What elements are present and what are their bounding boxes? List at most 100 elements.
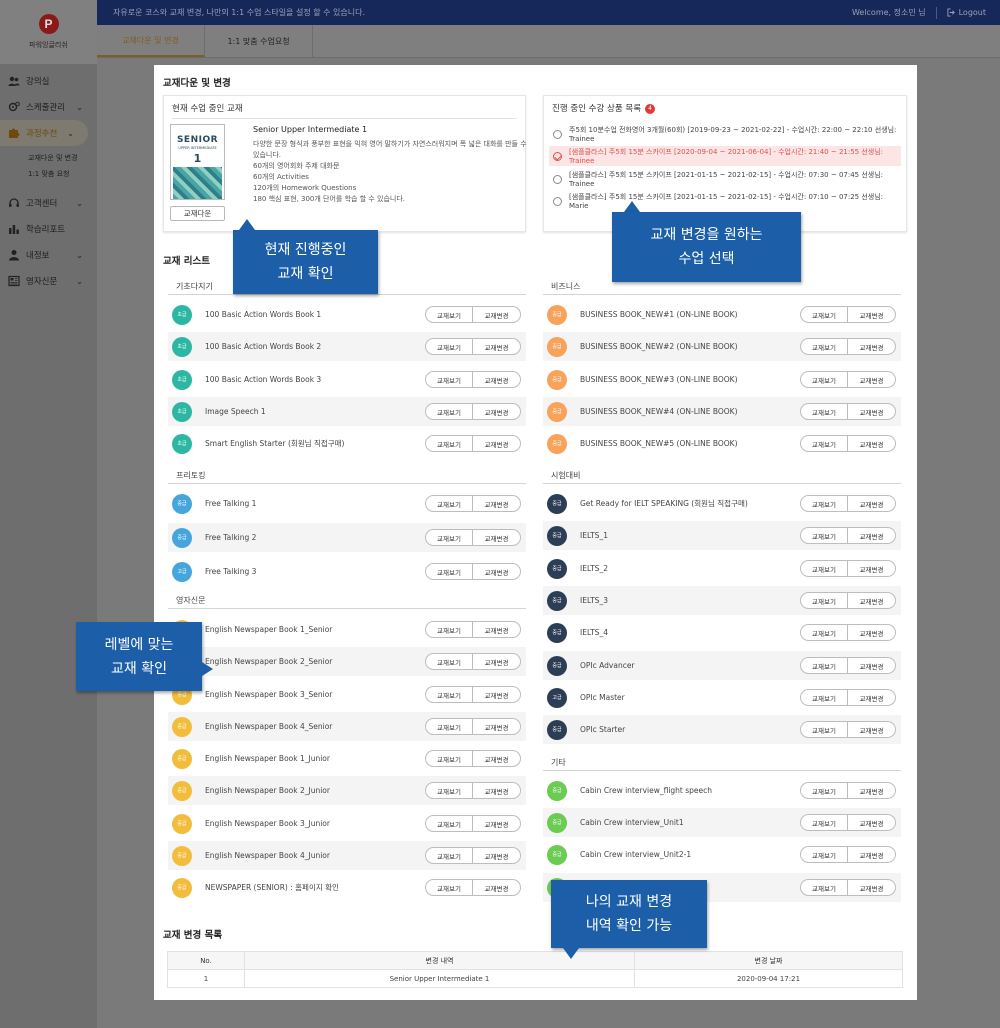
level-badge: 중급 [172,716,192,737]
view-book-button[interactable]: 교재보기 [426,654,473,669]
view-book-button[interactable]: 교재보기 [801,436,848,451]
change-book-button[interactable]: 교재변경 [848,880,895,895]
view-book-button[interactable]: 교재보기 [426,530,473,545]
logo[interactable]: P 파워잉글리쉬 [0,0,97,64]
sidebar-item-3[interactable]: 고객센터 ⌄ [0,190,97,216]
view-book-button[interactable]: 교재보기 [801,496,848,511]
view-book-button[interactable]: 교재보기 [801,593,848,608]
view-book-button[interactable]: 교재보기 [426,339,473,354]
view-book-button[interactable]: 교재보기 [426,404,473,419]
sidebar-nav: 강의실 스케줄관리 ⌄ 과정추천 ⌄ 교재다운 및 변경 1:1 맞춤 요청고객센터 ⌄ 학습리… [0,64,97,294]
change-book-button[interactable]: 교재변경 [848,496,895,511]
view-book-button[interactable]: 교재보기 [426,783,473,798]
current-book-name: Senior Upper Intermediate 1 [253,125,368,134]
view-book-button[interactable]: 교재보기 [801,561,848,576]
radio-button[interactable] [553,151,562,161]
sidebar-item-6[interactable]: 영자신문 ⌄ [0,268,97,294]
view-book-button[interactable]: 교재보기 [426,848,473,863]
course-row[interactable]: 주5회 10분수업 전화영어 3개월(60회) [2019-09-23 ~ 20… [549,124,901,144]
view-book-button[interactable]: 교재보기 [801,783,848,798]
view-book-button[interactable]: 교재보기 [426,622,473,637]
change-book-button[interactable]: 교재변경 [848,783,895,798]
change-book-button[interactable]: 교재변경 [473,564,520,579]
sidebar-subitem-1[interactable]: 1:1 맞춤 요청 [0,166,97,182]
book-name: Cabin Crew interview_Unit2-1 [580,850,692,859]
change-book-button[interactable]: 교재변경 [473,783,520,798]
change-book-button[interactable]: 교재변경 [473,719,520,734]
download-textbook-button[interactable]: 교재다운 [170,206,225,221]
view-book-button[interactable]: 교재보기 [426,564,473,579]
change-book-button[interactable]: 교재변경 [848,658,895,673]
change-book-button[interactable]: 교재변경 [848,722,895,737]
change-book-button[interactable]: 교재변경 [848,561,895,576]
view-book-button[interactable]: 교재보기 [426,307,473,322]
change-book-button[interactable]: 교재변경 [473,496,520,511]
sidebar-item-4[interactable]: 학습리포트 [0,216,97,242]
change-book-button[interactable]: 교재변경 [473,687,520,702]
view-book-button[interactable]: 교재보기 [801,815,848,830]
view-book-button[interactable]: 교재보기 [801,372,848,387]
view-book-button[interactable]: 교재보기 [801,658,848,673]
view-book-button[interactable]: 교재보기 [801,404,848,419]
change-book-button[interactable]: 교재변경 [473,339,520,354]
view-book-button[interactable]: 교재보기 [426,687,473,702]
change-book-button[interactable]: 교재변경 [848,339,895,354]
change-book-button[interactable]: 교재변경 [848,690,895,705]
sidebar-subitem-0[interactable]: 교재다운 및 변경 [0,150,97,166]
radio-button[interactable] [553,174,562,184]
change-book-button[interactable]: 교재변경 [848,307,895,322]
tab-custom-request[interactable]: 1:1 맞춤 수업요청 [205,25,313,57]
change-book-button[interactable]: 교재변경 [848,372,895,387]
view-book-button[interactable]: 교재보기 [801,528,848,543]
change-book-button[interactable]: 교재변경 [848,404,895,419]
table-row: 중급 IELTS_1 교재보기 교재변경 [543,521,901,550]
view-book-button[interactable]: 교재보기 [426,719,473,734]
change-book-button[interactable]: 교재변경 [848,625,895,640]
change-book-button[interactable]: 교재변경 [473,436,520,451]
change-book-button[interactable]: 교재변경 [473,530,520,545]
change-book-button[interactable]: 교재변경 [848,593,895,608]
book-name: English Newspaper Book 3_Senior [205,690,333,699]
change-book-button[interactable]: 교재변경 [473,816,520,831]
tab-textbook-change[interactable]: 교재다운 및 변경 [97,25,205,57]
course-row-text: 주5회 10분수업 전화영어 3개월(60회) [2019-09-23 ~ 20… [569,126,897,143]
change-book-button[interactable]: 교재변경 [473,848,520,863]
sidebar-item-1[interactable]: 스케줄관리 ⌄ [0,94,97,120]
table-row: 중급 English Newspaper Book 1_Junior 교재보기 교재변… [168,744,526,773]
sidebar-item-label: 학습리포트 [26,225,66,235]
change-book-button[interactable]: 교재변경 [473,372,520,387]
view-book-button[interactable]: 교재보기 [426,372,473,387]
change-book-button[interactable]: 교재변경 [473,751,520,766]
change-book-button[interactable]: 교재변경 [473,307,520,322]
view-book-button[interactable]: 교재보기 [801,880,848,895]
view-book-button[interactable]: 교재보기 [426,880,473,895]
change-book-button[interactable]: 교재변경 [848,528,895,543]
radio-button[interactable] [553,196,562,206]
view-book-button[interactable]: 교재보기 [801,690,848,705]
view-book-button[interactable]: 교재보기 [801,847,848,862]
course-row[interactable]: [샘플클라스] 주5회 15분 스카이프 [2020-09-04 ~ 2021-… [549,146,901,166]
change-book-button[interactable]: 교재변경 [473,654,520,669]
sidebar-item-0[interactable]: 강의실 [0,68,97,94]
change-book-button[interactable]: 교재변경 [473,880,520,895]
view-book-button[interactable]: 교재보기 [801,307,848,322]
change-book-button[interactable]: 교재변경 [848,847,895,862]
course-row[interactable]: [샘플클라스] 주5회 15분 스카이프 [2021-01-15 ~ 2021-… [549,191,901,211]
change-book-button[interactable]: 교재변경 [848,436,895,451]
level-badge: 중급 [547,622,567,643]
view-book-button[interactable]: 교재보기 [426,496,473,511]
logout-button[interactable]: Logout [947,8,986,17]
course-row[interactable]: [샘플클라스] 주5회 15분 스카이프 [2021-01-15 ~ 2021-… [549,169,901,189]
change-book-button[interactable]: 교재변경 [848,815,895,830]
view-book-button[interactable]: 교재보기 [801,722,848,737]
view-book-button[interactable]: 교재보기 [426,816,473,831]
change-book-button[interactable]: 교재변경 [473,622,520,637]
sidebar-item-5[interactable]: 내정보 ⌄ [0,242,97,268]
view-book-button[interactable]: 교재보기 [801,625,848,640]
sidebar-item-2[interactable]: 과정추천 ⌄ [0,120,88,146]
view-book-button[interactable]: 교재보기 [801,339,848,354]
view-book-button[interactable]: 교재보기 [426,436,473,451]
radio-button[interactable] [553,129,562,139]
change-book-button[interactable]: 교재변경 [473,404,520,419]
view-book-button[interactable]: 교재보기 [426,751,473,766]
